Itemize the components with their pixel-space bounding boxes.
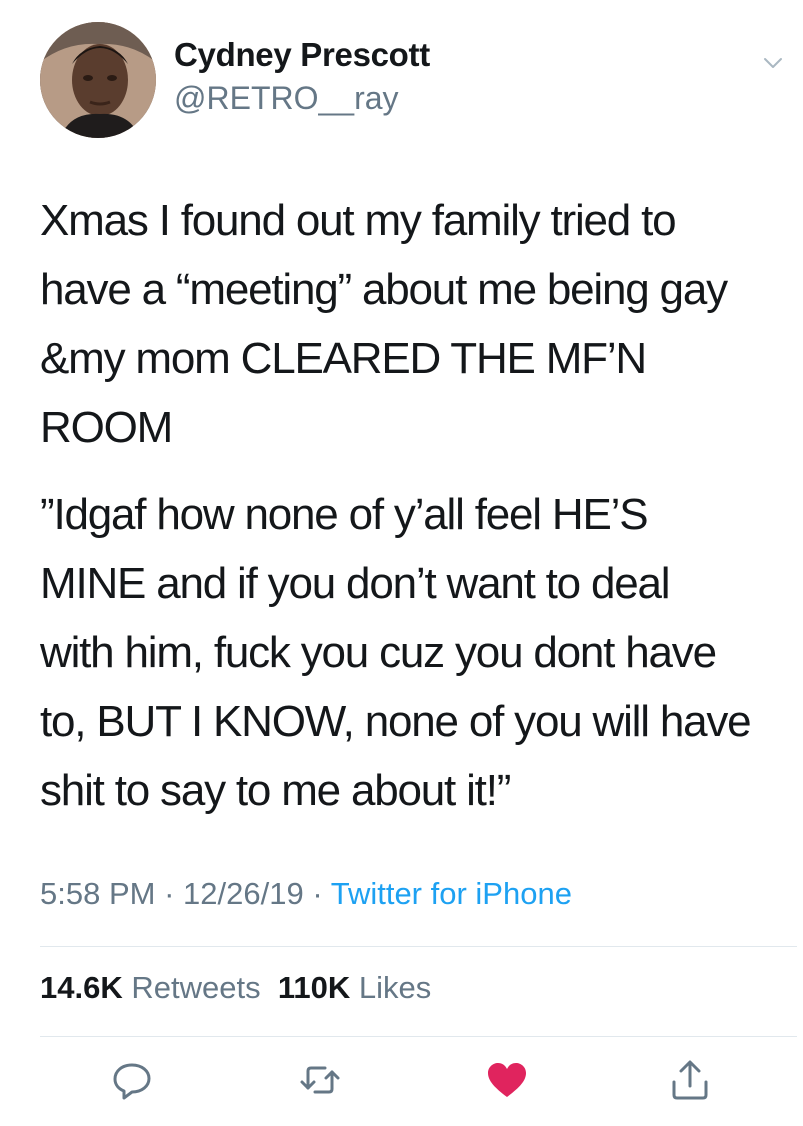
tweet-date: 12/26/19 <box>183 876 304 911</box>
user-handle[interactable]: @RETRO__ray <box>174 80 399 117</box>
reply-icon[interactable] <box>110 1058 154 1102</box>
chevron-down-icon[interactable] <box>762 52 784 74</box>
display-name[interactable]: Cydney Prescott <box>174 36 430 74</box>
tweet-source-link[interactable]: Twitter for iPhone <box>331 876 572 911</box>
tweet-time: 5:58 PM <box>40 876 156 911</box>
tweet-line: ROOM <box>40 403 173 452</box>
avatar-photo <box>40 22 156 138</box>
divider <box>40 946 797 947</box>
tweet-line: shit to say to me about it!” <box>40 766 511 815</box>
tweet-paragraph: ”Idgaf how none of y’all feel HE’S MINE … <box>40 480 785 825</box>
tweet-line: with him, fuck you cuz you dont have <box>40 628 717 677</box>
likes-stat[interactable]: 110K Likes <box>278 970 431 1005</box>
tweet-line: have a “meeting” about me being gay <box>40 265 728 314</box>
tweet-actions <box>0 1058 803 1102</box>
tweet-line: ”Idgaf how none of y’all feel HE’S <box>40 490 649 539</box>
divider <box>40 1036 797 1037</box>
retweets-label: Retweets <box>131 970 261 1005</box>
tweet-line: MINE and if you don’t want to deal <box>40 559 671 608</box>
heart-icon[interactable] <box>485 1058 529 1102</box>
retweets-count: 14.6K <box>40 970 123 1005</box>
tweet-stats: 14.6K Retweets 110K Likes <box>40 970 431 1006</box>
tweet-paragraph: Xmas I found out my family tried to have… <box>40 186 785 462</box>
likes-label: Likes <box>358 970 432 1005</box>
separator: · <box>164 876 175 911</box>
retweet-icon[interactable] <box>298 1058 342 1102</box>
separator: · <box>312 876 323 911</box>
tweet-line: Xmas I found out my family tried to <box>40 196 677 245</box>
tweet-text: Xmas I found out my family tried to have… <box>40 186 785 825</box>
retweets-stat[interactable]: 14.6K Retweets <box>40 970 261 1005</box>
tweet-line: to, BUT I KNOW, none of you will have <box>40 697 752 746</box>
tweet-metadata: 5:58 PM · 12/26/19 · Twitter for iPhone <box>40 876 572 912</box>
share-icon[interactable] <box>668 1058 712 1102</box>
avatar[interactable] <box>40 22 156 138</box>
tweet-line: &my mom CLEARED THE MF’N <box>40 334 647 383</box>
likes-count: 110K <box>277 970 351 1005</box>
